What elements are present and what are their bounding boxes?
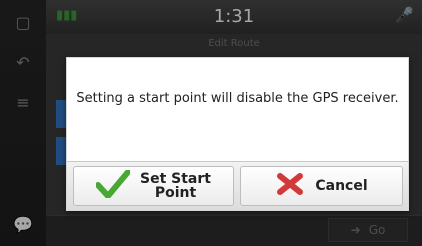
set-start-point-button[interactable]: Set Start Point bbox=[73, 166, 234, 206]
set-start-label-line2: Point bbox=[154, 185, 197, 201]
cancel-button[interactable]: Cancel bbox=[240, 166, 403, 206]
cancel-label: Cancel bbox=[315, 178, 368, 194]
dialog-message: Setting a start point will disable the G… bbox=[76, 91, 399, 106]
set-start-label: Set Start Point bbox=[140, 172, 211, 200]
x-icon bbox=[275, 170, 305, 202]
dialog-button-bar: Set Start Point Cancel bbox=[67, 161, 408, 210]
checkmark-icon bbox=[95, 169, 132, 202]
set-start-dialog: Setting a start point will disable the G… bbox=[66, 57, 409, 211]
